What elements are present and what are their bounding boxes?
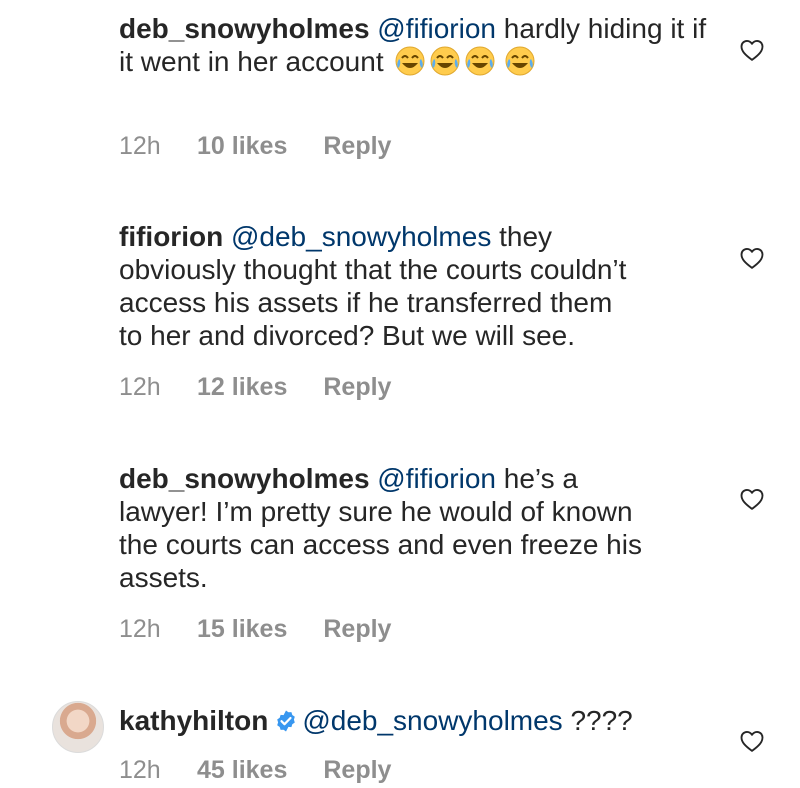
reply-button[interactable]: Reply [323, 755, 391, 785]
like-heart-icon[interactable] [738, 36, 766, 64]
comment-text: ???? [570, 705, 633, 736]
comment-text: assets. [119, 562, 208, 593]
comment-text: he’s a [503, 463, 578, 494]
comment-likes[interactable]: 12 likes [197, 372, 287, 402]
comment-mention[interactable]: @deb_snowyholmes [302, 705, 562, 736]
comment-timestamp: 12h [119, 615, 161, 643]
comment-timestamp: 12h [119, 756, 161, 784]
comment-body: deb_snowyholmes @fifiorion he’s a lawyer… [119, 462, 719, 594]
comment-username[interactable]: fifiorion [119, 221, 223, 252]
like-heart-icon[interactable] [738, 485, 766, 513]
comment-meta: 12h 45 likes Reply [119, 755, 391, 785]
comment-text: access his assets if he transferred them [119, 287, 613, 318]
comment-meta: 12h 15 likes Reply [119, 614, 391, 644]
laughing-emoji-icon [504, 45, 536, 77]
comment-meta: 12h 12 likes Reply [119, 372, 391, 402]
comment-text: obviously thought that the courts couldn… [119, 254, 627, 285]
comment-likes[interactable]: 10 likes [197, 131, 287, 161]
comment-text: they [499, 221, 553, 252]
comment-username[interactable]: deb_snowyholmes [119, 13, 370, 44]
laughing-emoji-icon [394, 45, 426, 77]
comment-timestamp: 12h [119, 373, 161, 401]
reply-button[interactable]: Reply [323, 131, 391, 161]
comment-text: lawyer! I’m pretty sure he would of know… [119, 496, 633, 527]
comment-mention[interactable]: @fifiorion [377, 463, 496, 494]
reply-button[interactable]: Reply [323, 614, 391, 644]
like-heart-icon[interactable] [738, 244, 766, 272]
comment-username[interactable]: deb_snowyholmes [119, 463, 370, 494]
avatar[interactable] [52, 701, 104, 753]
comment-mention[interactable]: @fifiorion [377, 13, 496, 44]
verified-badge-icon [274, 707, 298, 732]
comment-likes[interactable]: 15 likes [197, 614, 287, 644]
laughing-emoji-icon [429, 45, 461, 77]
comment-username[interactable]: kathyhilton [119, 705, 268, 736]
comment-timestamp: 12h [119, 132, 161, 160]
comment-body: kathyhilton @deb_snowyholmes ???? [119, 704, 719, 737]
comment-text: the courts can access and even freeze hi… [119, 529, 642, 560]
comment-mention[interactable]: @deb_snowyholmes [231, 221, 491, 252]
laughing-emoji-icon [464, 45, 496, 77]
reply-button[interactable]: Reply [323, 372, 391, 402]
comment-meta: 12h 10 likes Reply [119, 131, 391, 161]
comment-likes[interactable]: 45 likes [197, 755, 287, 785]
like-heart-icon[interactable] [738, 727, 766, 755]
comment-body: deb_snowyholmes @fifiorion hardly hiding… [119, 12, 719, 78]
comment-body: fifiorion @deb_snowyholmes they obviousl… [119, 220, 719, 352]
comment-text: to her and divorced? But we will see. [119, 320, 576, 351]
